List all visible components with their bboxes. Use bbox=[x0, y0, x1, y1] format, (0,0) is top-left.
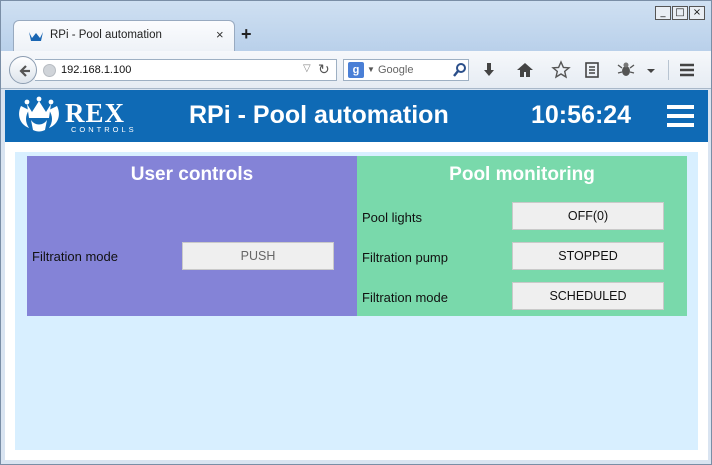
pool-monitoring-title: Pool monitoring bbox=[449, 164, 595, 185]
filtration-pump-label: Filtration pump bbox=[362, 250, 448, 265]
back-button[interactable] bbox=[9, 56, 37, 84]
menu-icon[interactable] bbox=[677, 60, 697, 80]
minimize-button[interactable]: _ bbox=[655, 6, 671, 20]
tab-title: RPi - Pool automation bbox=[50, 29, 162, 41]
globe-icon bbox=[43, 64, 56, 77]
bookmark-star-icon[interactable] bbox=[551, 60, 571, 80]
page-title: RPi - Pool automation bbox=[189, 101, 449, 129]
search-icon[interactable] bbox=[452, 62, 468, 78]
filtration-mode-monitor-label: Filtration mode bbox=[362, 290, 448, 305]
url-bar[interactable]: 192.168.1.100 ▽ ↻ bbox=[35, 59, 337, 81]
app-header: REX CONTROLS RPi - Pool automation 10:56… bbox=[5, 90, 708, 142]
tab-close-icon[interactable]: × bbox=[216, 27, 224, 42]
toolbar-separator bbox=[668, 60, 669, 80]
close-button[interactable]: × bbox=[689, 6, 705, 20]
clock: 10:56:24 bbox=[531, 101, 632, 129]
pool-monitoring-panel: Pool monitoring Pool lights OFF(0) Filtr… bbox=[357, 156, 687, 316]
pool-lights-label: Pool lights bbox=[362, 210, 422, 225]
tab-pool-automation[interactable]: RPi - Pool automation × bbox=[13, 20, 235, 51]
home-icon[interactable] bbox=[515, 60, 535, 80]
url-dropdown-icon[interactable]: ▽ bbox=[303, 63, 311, 74]
filtration-mode-control-label: Filtration mode bbox=[32, 249, 118, 264]
new-tab-icon[interactable]: + bbox=[241, 25, 252, 43]
navigation-bar: 192.168.1.100 ▽ ↻ g ▼ bbox=[1, 51, 711, 89]
maximize-button[interactable]: □ bbox=[672, 6, 688, 20]
filtration-pump-value: STOPPED bbox=[512, 242, 664, 270]
firebug-dropdown-icon[interactable] bbox=[644, 60, 658, 80]
page-viewport: REX CONTROLS RPi - Pool automation 10:56… bbox=[5, 90, 708, 460]
logo-subtext: CONTROLS bbox=[71, 125, 137, 134]
hamburger-menu-icon[interactable] bbox=[667, 105, 694, 127]
window-controls: _ □ × bbox=[655, 6, 705, 20]
rex-favicon-icon bbox=[29, 32, 43, 41]
search-input[interactable] bbox=[378, 62, 448, 78]
pool-lights-value: OFF(0) bbox=[512, 202, 664, 230]
title-bar: RPi - Pool automation × + _ □ × bbox=[1, 1, 711, 51]
crown-logo-icon bbox=[19, 96, 59, 132]
bookmarks-menu-icon[interactable] bbox=[582, 60, 602, 80]
reload-icon[interactable]: ↻ bbox=[318, 61, 330, 78]
back-arrow-icon bbox=[19, 65, 30, 77]
firebug-icon[interactable] bbox=[616, 60, 636, 80]
user-controls-panel: User controls Filtration mode PUSH bbox=[27, 156, 357, 316]
filtration-mode-value: SCHEDULED bbox=[512, 282, 664, 310]
user-controls-title: User controls bbox=[130, 164, 254, 185]
search-bar[interactable]: g ▼ bbox=[343, 59, 469, 81]
url-text[interactable]: 192.168.1.100 bbox=[61, 64, 131, 76]
rex-logo: REX CONTROLS bbox=[15, 96, 141, 134]
search-engine-dropdown-icon[interactable]: ▼ bbox=[367, 65, 375, 74]
google-search-engine-icon[interactable]: g bbox=[348, 62, 364, 78]
filtration-mode-push-button[interactable]: PUSH bbox=[182, 242, 334, 270]
download-icon[interactable] bbox=[479, 60, 499, 80]
dashboard-content: User controls Filtration mode PUSH Pool … bbox=[15, 152, 698, 450]
browser-window: RPi - Pool automation × + _ □ × 192.168.… bbox=[0, 0, 712, 465]
